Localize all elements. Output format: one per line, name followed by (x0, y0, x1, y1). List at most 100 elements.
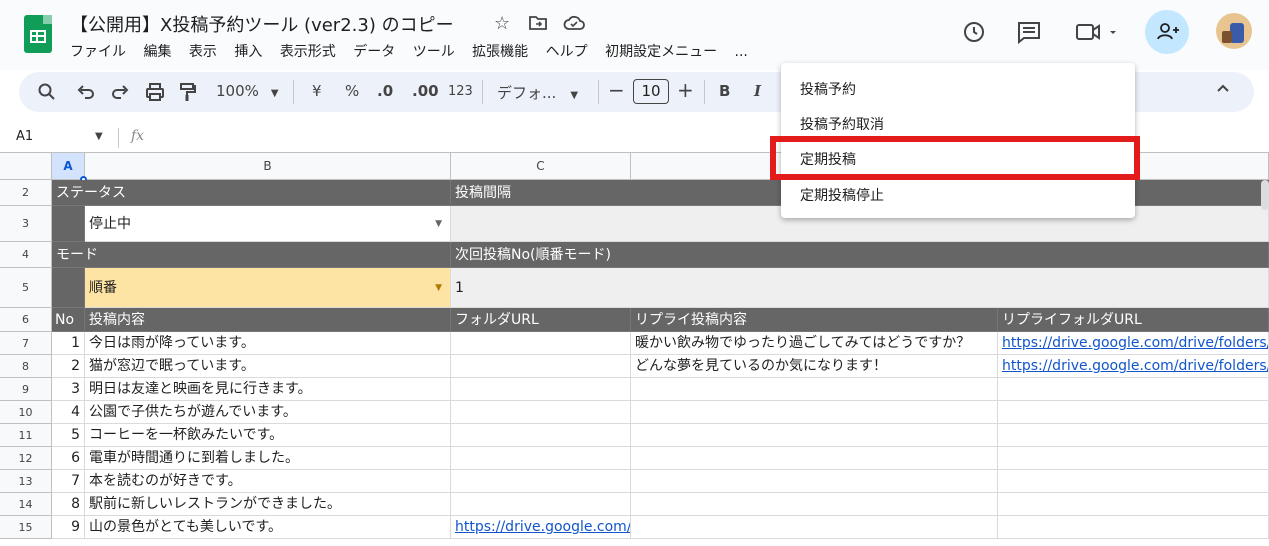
decrease-decimal-button[interactable]: .0 (377, 82, 393, 100)
menu-item-schedule-post[interactable]: 投稿予約 (800, 79, 856, 99)
move-folder-icon[interactable] (528, 14, 548, 36)
row-header[interactable]: 12 (0, 447, 52, 470)
menu-help[interactable]: ヘルプ (546, 44, 588, 60)
cell-no[interactable]: 1 (52, 332, 85, 355)
cell-reply-content[interactable] (631, 516, 998, 539)
cell-content[interactable]: 本を読むのが好きです。 (85, 470, 451, 493)
cell-reply-folder-url[interactable] (998, 424, 1269, 447)
document-title[interactable]: 【公開用】X投稿予約ツール (ver2.3) のコピー (70, 11, 454, 37)
search-icon[interactable] (37, 82, 57, 106)
menu-file[interactable]: ファイル (70, 44, 126, 60)
cell-no[interactable]: 9 (52, 516, 85, 539)
column-header-b[interactable]: B (85, 153, 451, 180)
cell-reply-content[interactable] (631, 401, 998, 424)
menu-view[interactable]: 表示 (189, 44, 217, 60)
collapse-toolbar-icon[interactable] (1215, 80, 1231, 100)
font-select[interactable]: デフォ... ▼ (497, 82, 578, 103)
menu-data[interactable]: データ (353, 44, 395, 60)
cell-reply-folder-url[interactable] (998, 378, 1269, 401)
cell-folder-url[interactable] (451, 332, 631, 355)
cloud-saved-icon[interactable] (563, 14, 585, 36)
cell-reply-folder-url[interactable]: https://drive.google.com/drive/folders/1… (998, 332, 1269, 355)
font-size-decrease-button[interactable]: − (608, 78, 625, 102)
cell-content[interactable]: 電車が時間通りに到着しました。 (85, 447, 451, 470)
cell-content[interactable]: 公園で子供たちが遊んでいます。 (85, 401, 451, 424)
row-header[interactable]: 7 (0, 332, 52, 355)
row-header[interactable]: 15 (0, 516, 52, 539)
row-header[interactable]: 14 (0, 493, 52, 516)
cell-reply-folder-url[interactable] (998, 447, 1269, 470)
column-header-c[interactable]: C (451, 153, 631, 180)
cell-reply-folder-url[interactable] (998, 470, 1269, 493)
menu-more[interactable]: ... (735, 44, 748, 60)
cell-reply-content[interactable] (631, 470, 998, 493)
cell-folder-url[interactable] (451, 424, 631, 447)
comments-icon[interactable] (1016, 20, 1042, 48)
paint-format-icon[interactable] (179, 82, 197, 106)
italic-button[interactable]: I (754, 82, 761, 100)
zoom-select[interactable]: 100% ▼ (216, 82, 279, 100)
cell-reply-content[interactable] (631, 378, 998, 401)
row-header[interactable]: 11 (0, 424, 52, 447)
star-icon[interactable]: ☆ (494, 13, 510, 34)
cell-reply-content[interactable] (631, 424, 998, 447)
row-header[interactable]: 3 (0, 206, 52, 242)
cell-content[interactable]: 猫が窓辺で眠っています。 (85, 355, 451, 378)
mode-dropdown[interactable]: 順番 ▼ (85, 268, 451, 308)
cell-reply-content[interactable] (631, 447, 998, 470)
row-header[interactable]: 6 (0, 308, 52, 332)
currency-format-button[interactable]: ¥ (312, 82, 322, 100)
cell-folder-url[interactable] (451, 355, 631, 378)
number-format-button[interactable]: 123 (448, 84, 473, 99)
font-size-increase-button[interactable]: + (677, 78, 694, 102)
row-header[interactable]: 4 (0, 242, 52, 268)
cell-reply-content[interactable]: どんな夢を見ているのか気になります！ (631, 355, 998, 378)
row-header[interactable]: 8 (0, 355, 52, 378)
next-post-value[interactable]: 1 (451, 268, 1269, 308)
menu-insert[interactable]: 挿入 (234, 44, 262, 60)
undo-icon[interactable] (77, 84, 95, 104)
cell-content[interactable]: 山の景色がとても美しいです。 (85, 516, 451, 539)
redo-icon[interactable] (111, 84, 129, 104)
cell-no[interactable]: 7 (52, 470, 85, 493)
cell-folder-url[interactable] (451, 401, 631, 424)
meet-video-icon[interactable] (1075, 21, 1121, 47)
cell-no[interactable]: 2 (52, 355, 85, 378)
row-header[interactable]: 13 (0, 470, 52, 493)
menu-initial-settings[interactable]: 初期設定メニュー (605, 44, 717, 60)
bold-button[interactable]: B (719, 82, 730, 100)
print-icon[interactable] (145, 83, 165, 105)
menu-format[interactable]: 表示形式 (280, 44, 336, 60)
row-header[interactable]: 5 (0, 268, 52, 308)
version-history-icon[interactable] (961, 19, 987, 49)
cell-folder-url[interactable] (451, 470, 631, 493)
cell-reply-folder-url[interactable]: https://drive.google.com/drive/folders/1… (998, 355, 1269, 378)
menu-item-stop-periodic-post[interactable]: 定期投稿停止 (800, 185, 884, 205)
status-dropdown[interactable]: 停止中 ▼ (85, 206, 451, 242)
cell-content[interactable]: 明日は友達と映画を見に行きます。 (85, 378, 451, 401)
sheets-logo-icon[interactable] (24, 15, 52, 53)
row-header[interactable]: 9 (0, 378, 52, 401)
cell-no[interactable]: 6 (52, 447, 85, 470)
name-box[interactable]: A1 (16, 129, 33, 144)
column-header-a[interactable]: A (52, 153, 85, 180)
row-header[interactable]: 2 (0, 180, 52, 206)
cell-content[interactable]: 駅前に新しいレストランができました。 (85, 493, 451, 516)
menu-extensions[interactable]: 拡張機能 (472, 44, 528, 60)
share-button[interactable] (1145, 10, 1189, 54)
cell-reply-content[interactable]: 暖かい飲み物でゆったり過ごしてみてはどうですか？ (631, 332, 998, 355)
cell-content[interactable]: コーヒーを一杯飲みたいです。 (85, 424, 451, 447)
cell-no[interactable]: 3 (52, 378, 85, 401)
cell-no[interactable]: 8 (52, 493, 85, 516)
cell-no[interactable]: 4 (52, 401, 85, 424)
vertical-scrollbar[interactable] (1261, 180, 1269, 210)
row-header[interactable]: 10 (0, 401, 52, 424)
avatar[interactable] (1216, 13, 1252, 49)
select-all-corner[interactable] (0, 153, 52, 180)
cell-reply-folder-url[interactable] (998, 516, 1269, 539)
cell-content[interactable]: 今日は雨が降っています。 (85, 332, 451, 355)
menu-edit[interactable]: 編集 (143, 44, 171, 60)
menu-item-cancel-schedule[interactable]: 投稿予約取消 (800, 114, 884, 134)
menu-tools[interactable]: ツール (413, 44, 455, 60)
cell-no[interactable]: 5 (52, 424, 85, 447)
